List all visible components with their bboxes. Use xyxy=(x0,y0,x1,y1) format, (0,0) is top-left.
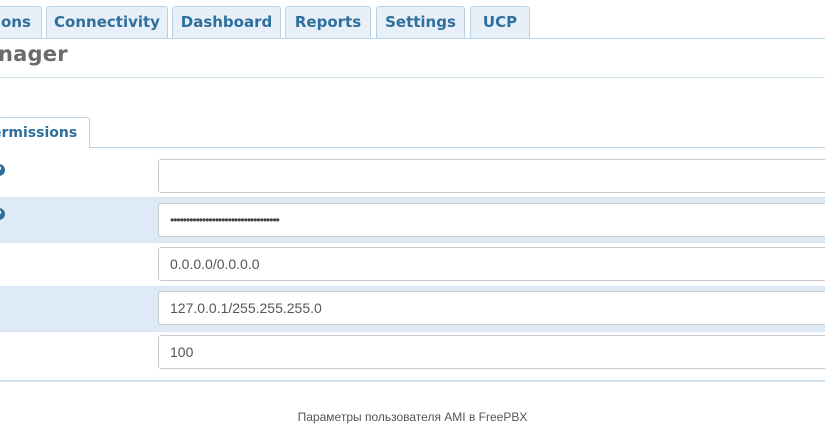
form-row-deny: 0.0.0.0/0.0.0.0 xyxy=(0,243,825,287)
form-bottom-divider xyxy=(0,380,825,382)
page-title: nager xyxy=(0,42,68,66)
form-row-username: ? xyxy=(0,153,825,197)
nav-tab-applications[interactable]: ons xyxy=(0,6,42,38)
nav-tab-connectivity[interactable]: Connectivity xyxy=(46,6,168,38)
breadcrumb: : xyxy=(0,82,1,100)
permit-field[interactable]: 127.0.0.1/255.255.255.0 xyxy=(158,291,825,325)
form-row-password: ? •••••••••••••••••••••••••••••••••• xyxy=(0,198,825,242)
top-nav: ons Connectivity Dashboard Reports Setti… xyxy=(0,0,825,38)
nav-tab-settings[interactable]: Settings xyxy=(376,6,465,38)
password-field[interactable]: •••••••••••••••••••••••••••••••••• xyxy=(158,203,825,237)
nav-tab-dashboard[interactable]: Dashboard xyxy=(172,6,281,38)
image-caption: Параметры пользователя AMI в FreePBX xyxy=(297,410,528,424)
nav-tab-reports[interactable]: Reports xyxy=(285,6,371,38)
form-row-permit: 127.0.0.1/255.255.255.0 xyxy=(0,287,825,331)
deny-field[interactable]: 0.0.0.0/0.0.0.0 xyxy=(158,247,825,281)
nav-divider xyxy=(0,38,825,39)
tab-permissions[interactable]: ermissions xyxy=(0,117,90,148)
subtab-divider xyxy=(90,147,825,148)
write-timeout-field[interactable]: 100 xyxy=(158,335,825,369)
help-icon[interactable]: ? xyxy=(0,208,5,220)
form-row-write-timeout: 100 xyxy=(0,332,825,376)
title-divider xyxy=(0,77,825,78)
username-field[interactable] xyxy=(158,159,825,193)
nav-tab-ucp[interactable]: UCP xyxy=(470,6,530,38)
tab-permissions-label: ermissions xyxy=(0,125,78,141)
help-icon[interactable]: ? xyxy=(0,164,5,176)
